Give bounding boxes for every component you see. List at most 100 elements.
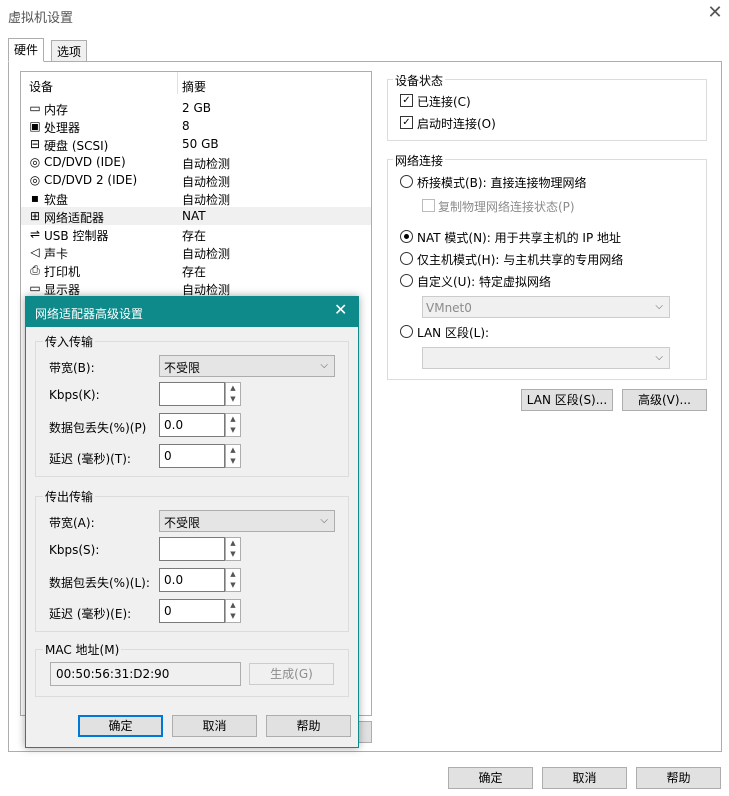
mac-address-field[interactable]: 00:50:56:31:D2:90 [50,662,241,686]
advanced-button[interactable]: 高级(V)... [622,389,707,411]
outgoing-loss-stepper[interactable]: ▲ ▼ [225,568,241,592]
incoming-bandwidth-select[interactable]: 不受限 ⌵ [159,355,335,377]
outgoing-latency-stepper[interactable]: ▲ ▼ [225,599,241,623]
incoming-bandwidth-label: 带宽(B): [49,361,95,375]
bridged-label[interactable]: 桥接模式(B): 直接连接物理网络 [417,174,586,191]
device-name: 声卡 [44,247,69,261]
incoming-latency-input[interactable]: 0 [159,444,225,468]
lan-segment-select[interactable]: ⌵ [422,347,670,369]
hostonly-label[interactable]: 仅主机模式(H): 与主机共享的专用网络 [417,251,623,268]
cd-dvd-icon: ◎ [29,155,41,169]
help-button[interactable]: 帮助 [636,767,721,789]
cancel-button[interactable]: 取消 [542,767,627,789]
device-row[interactable]: ⊟ 硬盘 (SCSI) 50 GB [21,135,371,153]
device-name: 处理器 [44,121,81,135]
device-summary: 自动检测 [182,157,231,171]
sound-icon: ◁ [30,245,40,259]
chevron-down-icon: ⌵ [320,360,328,371]
cpu-icon: ▣ [29,119,41,133]
device-row[interactable]: ⎙ 打印机 存在 [21,261,371,279]
device-row[interactable]: ⊞ 网络适配器 NAT [21,207,371,225]
device-summary: 存在 [182,229,207,243]
connect-at-power-on-label[interactable]: 启动时连接(O) [417,115,496,132]
column-summary[interactable]: 摘要 [182,78,206,95]
device-row[interactable]: ▪ 软盘 自动检测 [21,189,371,207]
chevron-down-icon: ⌵ [655,301,663,312]
incoming-title: 传入传输 [43,333,96,350]
device-name: USB 控制器 [44,229,109,243]
outgoing-bandwidth-value: 不受限 [164,516,201,530]
dialog-cancel-button[interactable]: 取消 [172,715,257,737]
harddisk-icon: ⊟ [29,137,41,151]
generate-mac-button[interactable]: 生成(G) [249,663,334,685]
dialog-ok-button[interactable]: 确定 [78,715,163,737]
connect-at-power-on-checkbox[interactable]: ✓ [400,116,413,129]
cd-dvd-icon: ◎ [29,173,41,187]
lan-segment-radio[interactable] [400,325,413,338]
network-connection-title: 网络连接 [393,152,446,169]
tab-options[interactable]: 选项 [51,40,88,61]
dialog-close-icon[interactable]: ✕ [334,300,347,319]
nat-radio[interactable] [400,230,413,243]
chevron-down-icon: ⌵ [320,515,328,526]
device-row[interactable]: ◎ CD/DVD 2 (IDE) 自动检测 [21,171,371,189]
tab-hardware[interactable]: 硬件 [8,38,45,62]
incoming-kbps-label: Kbps(K): [49,388,100,402]
dialog-title: 网络适配器高级设置 [35,307,144,321]
outgoing-bandwidth-select[interactable]: 不受限 ⌵ [159,510,335,532]
device-row[interactable]: ▭ 内存 2 GB [21,99,371,117]
custom-label[interactable]: 自定义(U): 特定虚拟网络 [417,273,551,290]
device-row[interactable]: ⇌ USB 控制器 存在 [21,225,371,243]
device-summary: 50 GB [182,137,219,151]
ok-button[interactable]: 确定 [448,767,533,789]
outgoing-loss-input[interactable]: 0.0 [159,568,225,592]
device-row[interactable]: ◎ CD/DVD (IDE) 自动检测 [21,153,371,171]
nat-label[interactable]: NAT 模式(N): 用于共享主机的 IP 地址 [417,229,621,246]
device-name: 网络适配器 [44,211,105,225]
outgoing-kbps-stepper[interactable]: ▲ ▼ [225,537,241,561]
device-name: 内存 [44,103,69,117]
device-name: 硬盘 (SCSI) [44,139,109,153]
connected-checkbox[interactable]: ✓ [400,94,413,107]
device-name: CD/DVD 2 (IDE) [44,173,138,187]
outgoing-title: 传出传输 [43,488,96,505]
device-name: 软盘 [44,193,69,207]
incoming-kbps-input[interactable] [159,382,225,406]
outgoing-latency-input[interactable]: 0 [159,599,225,623]
bridged-radio[interactable] [400,175,413,188]
hostonly-radio[interactable] [400,252,413,265]
device-row[interactable]: ▭ 显示器 自动检测 [21,279,371,297]
memory-icon: ▭ [29,101,41,115]
device-name: 打印机 [44,265,81,279]
device-row[interactable]: ◁ 声卡 自动检测 [21,243,371,261]
outgoing-loss-label: 数据包丢失(%)(L): [49,576,150,590]
incoming-loss-label: 数据包丢失(%)(P) [49,421,147,435]
replicate-state-checkbox[interactable] [422,199,435,212]
incoming-latency-stepper[interactable]: ▲ ▼ [225,444,241,468]
outgoing-latency-label: 延迟 (毫秒)(E): [49,607,132,621]
column-device[interactable]: 设备 [29,78,53,95]
custom-radio[interactable] [400,274,413,287]
incoming-loss-input[interactable]: 0.0 [159,413,225,437]
window-title: 虚拟机设置 [8,11,74,26]
dialog-help-button[interactable]: 帮助 [266,715,351,737]
device-summary: 自动检测 [182,193,231,207]
device-row[interactable]: ▣ 处理器 8 [21,117,371,135]
list-header: 设备 摘要 [21,72,371,94]
device-summary: 存在 [182,265,207,279]
device-summary: 2 GB [182,101,211,115]
lan-segments-button[interactable]: LAN 区段(S)... [521,389,613,411]
outgoing-kbps-label: Kbps(S): [49,543,100,557]
printer-icon: ⎙ [30,263,40,277]
incoming-bandwidth-value: 不受限 [164,361,201,375]
custom-network-select[interactable]: VMnet0 ⌵ [422,296,670,318]
dialog-titlebar[interactable]: 网络适配器高级设置 ✕ [26,297,358,327]
incoming-loss-stepper[interactable]: ▲ ▼ [225,413,241,437]
incoming-kbps-stepper[interactable]: ▲ ▼ [225,382,241,406]
close-icon[interactable]: ✕ [704,2,726,24]
outgoing-bandwidth-label: 带宽(A): [49,516,95,530]
connected-label[interactable]: 已连接(C) [417,93,471,110]
lan-segment-label[interactable]: LAN 区段(L): [417,324,489,341]
outgoing-kbps-input[interactable] [159,537,225,561]
chevron-down-icon: ⌵ [655,352,663,363]
